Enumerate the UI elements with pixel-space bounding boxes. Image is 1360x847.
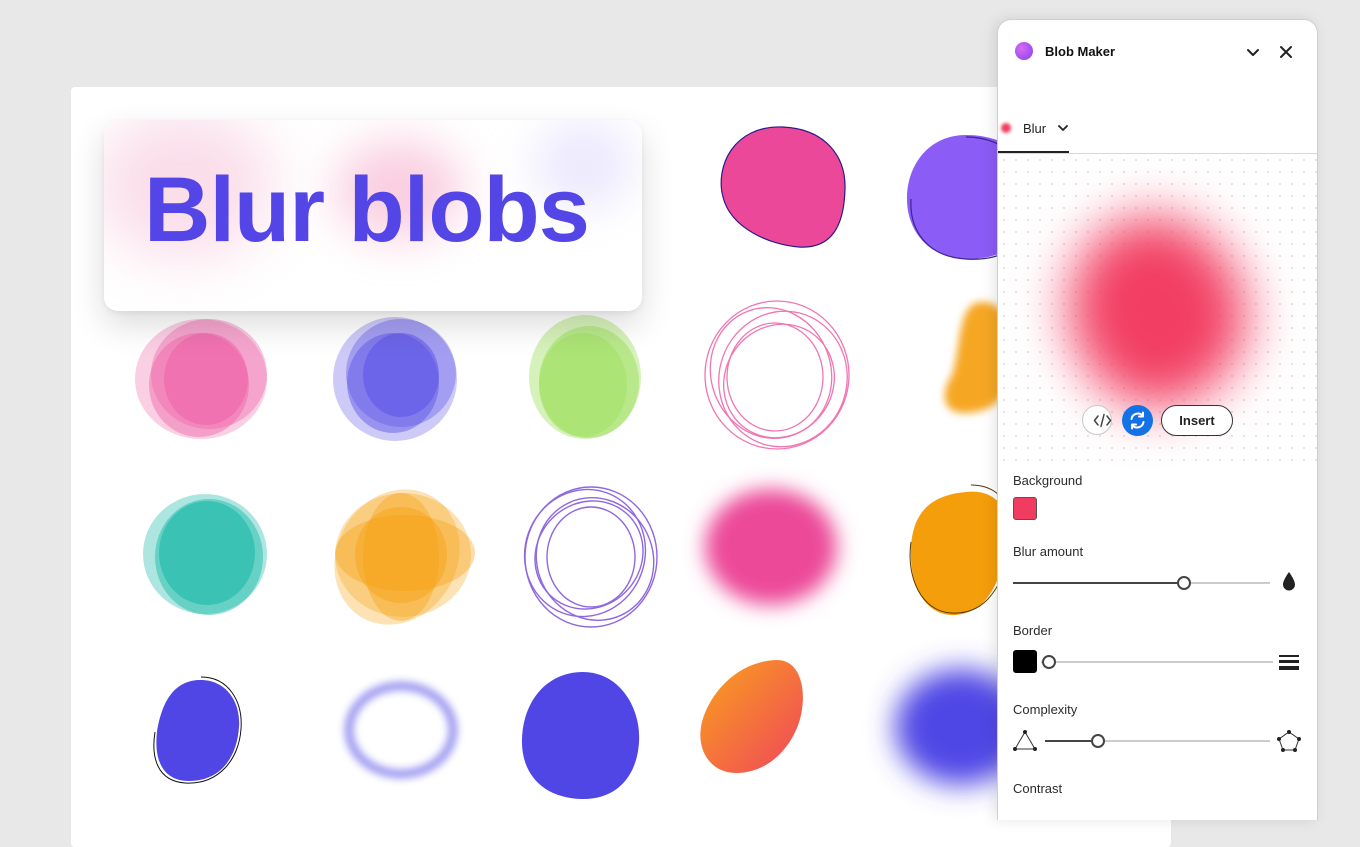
slider-fill [1045,740,1091,742]
slider-thumb[interactable] [1177,576,1191,590]
title-card[interactable]: Blur blobs [104,120,642,311]
tab-bar: Blur [998,108,1317,154]
chevron-down-icon[interactable] [1243,42,1263,62]
blur-dot-icon [1001,123,1011,133]
blur-amount-label: Blur amount [1013,544,1084,559]
slider-track [1041,661,1273,663]
chevron-down-icon[interactable] [1056,121,1070,135]
background-label: Background [1013,473,1083,488]
complexity-slider[interactable] [1045,733,1270,749]
slider-thumb[interactable] [1091,734,1105,748]
panel-header: Blob Maker [998,20,1317,82]
plugin-panel: Blob Maker Blur Insert Background Blur a… [997,19,1318,820]
code-button[interactable] [1082,405,1112,435]
blob-teal-layered[interactable] [143,494,267,615]
preview-blob [1044,193,1270,429]
insert-button[interactable]: Insert [1161,405,1233,436]
blob-indigo-solid[interactable] [521,672,640,800]
slider-thumb[interactable] [1042,655,1056,669]
blob-orange-outlined[interactable] [910,491,1010,616]
complexity-label: Complexity [1013,702,1078,717]
blob-pink-blurred[interactable] [705,489,837,605]
stroke-weight-icon [1279,655,1299,670]
blob-preview: Insert [998,154,1317,464]
blob-pink-ring-lines[interactable] [692,290,862,460]
blob-indigo-layered[interactable] [333,317,457,441]
border-label: Border [1013,623,1053,638]
border-color-swatch[interactable] [1013,650,1037,673]
refresh-icon [1130,411,1145,430]
canvas-title: Blur blobs [144,159,590,261]
border-slider[interactable] [1041,654,1273,670]
blob-maker-logo-icon [1015,42,1033,60]
water-drop-icon [1283,572,1295,591]
blur-amount-slider[interactable] [1013,575,1270,591]
blob-pink-layered[interactable] [135,319,267,439]
blob-indigo-blur-ring[interactable] [344,681,458,779]
tab-blur[interactable]: Blur [998,108,1069,153]
slider-fill [1013,582,1185,584]
blob-orange-star-layered[interactable] [310,466,484,647]
blob-pink-outlined[interactable] [720,126,846,248]
close-icon[interactable] [1276,42,1296,62]
blob-lime-layered[interactable] [529,315,641,439]
blob-violet-ring-lines[interactable] [507,472,674,639]
background-color-swatch[interactable] [1013,497,1037,520]
code-icon [1093,413,1112,428]
triangle-shape-icon [1013,730,1037,751]
blob-orange-gradient[interactable] [700,659,803,773]
tab-label: Blur [1023,121,1047,136]
pentagon-shape-icon [1277,730,1301,752]
contrast-label: Contrast [1013,781,1063,796]
plugin-name: Blob Maker [1045,44,1116,59]
refresh-button[interactable] [1122,405,1153,436]
